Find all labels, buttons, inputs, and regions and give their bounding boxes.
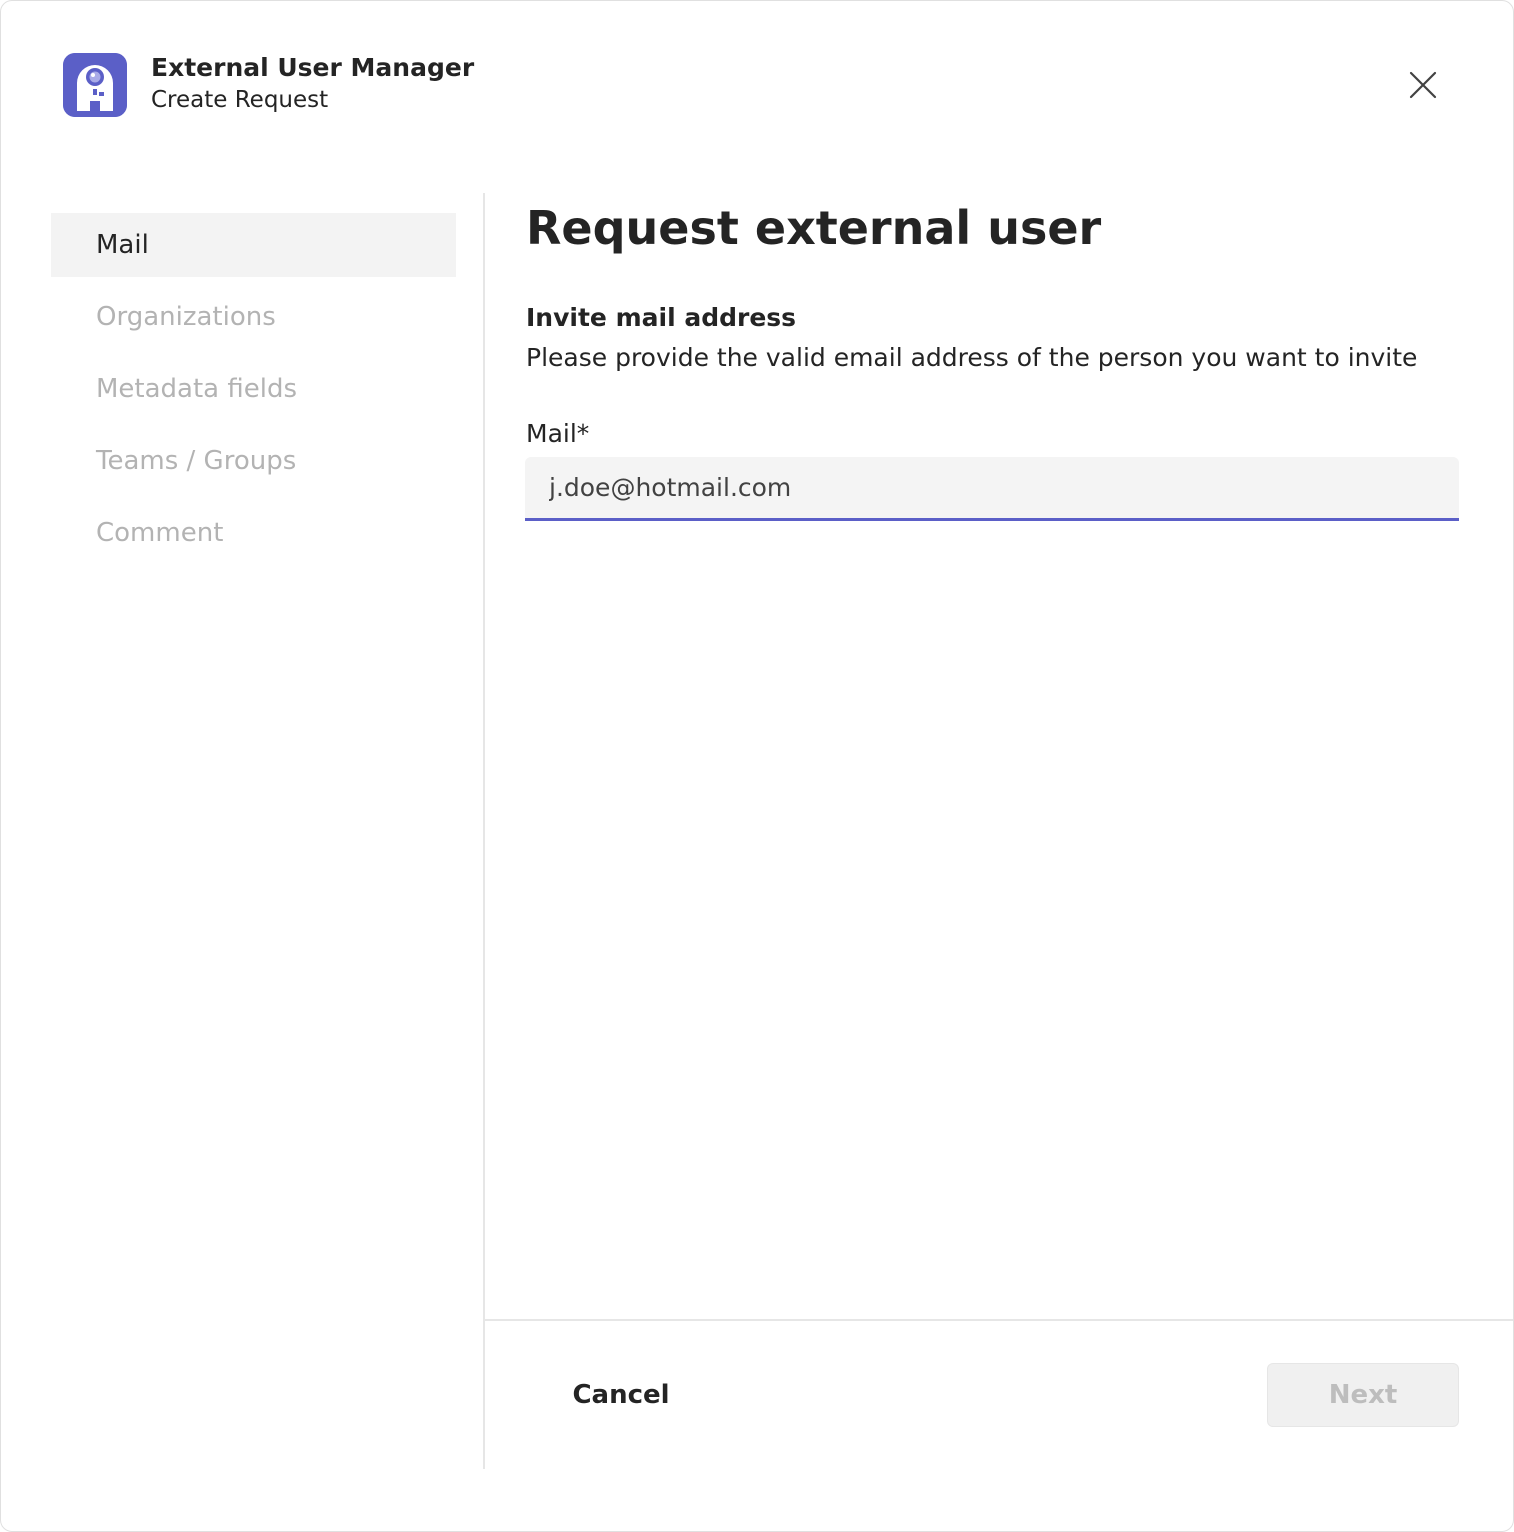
section-title: Invite mail address	[526, 303, 797, 332]
mail-field-label: Mail*	[526, 419, 590, 448]
nav-item-label: Comment	[96, 518, 224, 548]
step-navigation: Mail Organizations Metadata fields Teams…	[51, 213, 456, 573]
app-name: External User Manager	[151, 53, 475, 82]
section-description: Please provide the valid email address o…	[526, 343, 1418, 372]
nav-item-comment[interactable]: Comment	[51, 501, 456, 565]
nav-item-mail[interactable]: Mail	[51, 213, 456, 277]
next-button[interactable]: Next	[1267, 1363, 1459, 1427]
nav-item-metadata-fields[interactable]: Metadata fields	[51, 357, 456, 421]
nav-item-label: Mail	[96, 230, 149, 260]
nav-item-label: Organizations	[96, 302, 276, 332]
sidebar-divider	[483, 193, 485, 1469]
nav-item-label: Metadata fields	[96, 374, 298, 404]
nav-item-label: Teams / Groups	[96, 446, 297, 476]
app-robot-icon	[63, 53, 127, 117]
create-request-dialog: External User Manager Create Request Mai…	[0, 0, 1514, 1532]
page-title: Request external user	[526, 201, 1102, 255]
nav-item-teams-groups[interactable]: Teams / Groups	[51, 429, 456, 493]
dialog-subtitle: Create Request	[151, 87, 329, 113]
nav-item-organizations[interactable]: Organizations	[51, 285, 456, 349]
close-button[interactable]	[1397, 59, 1449, 111]
cancel-button[interactable]: Cancel	[547, 1363, 695, 1427]
mail-input[interactable]	[525, 457, 1459, 521]
footer-divider	[485, 1319, 1513, 1321]
close-icon	[1409, 71, 1437, 99]
